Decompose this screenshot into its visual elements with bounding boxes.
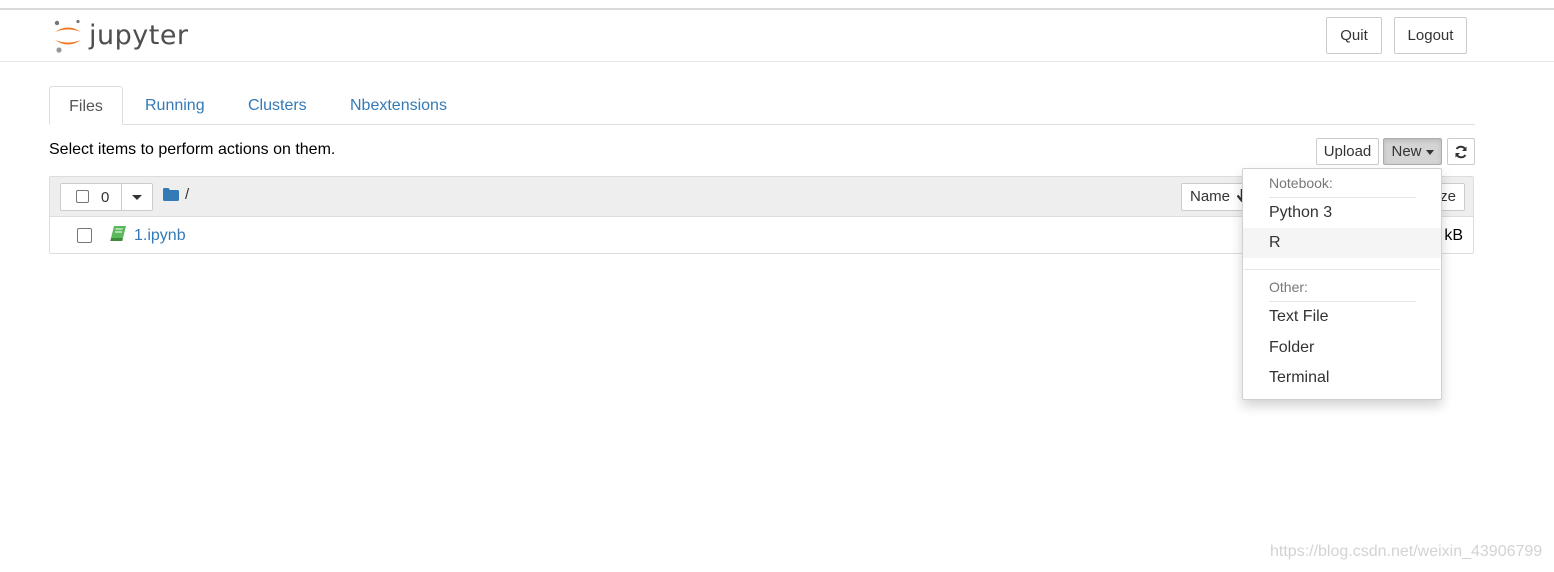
menu-item-r[interactable]: R [1243, 228, 1441, 258]
quit-button[interactable]: Quit [1326, 17, 1382, 54]
selected-count: 0 [101, 189, 110, 206]
file-size: kB [1444, 227, 1463, 244]
menu-divider [1244, 269, 1440, 270]
tab-files[interactable]: Files [49, 86, 123, 125]
jupyter-logo[interactable]: jupyter [53, 18, 189, 54]
folder-icon[interactable] [163, 188, 179, 201]
refresh-icon [1455, 145, 1467, 158]
tab-running[interactable]: Running [145, 86, 205, 124]
notebook-section-header: Notebook: [1269, 175, 1333, 191]
menu-item-python3[interactable]: Python 3 [1243, 198, 1441, 228]
jupyter-logo-icon [54, 19, 81, 53]
tab-clusters[interactable]: Clusters [248, 86, 307, 124]
caret-down-icon[interactable] [132, 195, 142, 200]
select-all-checkbox[interactable] [76, 190, 89, 203]
other-section-header: Other: [1269, 279, 1308, 295]
select-divider [121, 184, 122, 210]
new-button-label: New [1391, 143, 1422, 160]
new-button[interactable]: New [1383, 138, 1442, 165]
name-column-label: Name [1190, 188, 1231, 205]
logout-button[interactable]: Logout [1394, 17, 1467, 54]
menu-item-folder[interactable]: Folder [1243, 333, 1441, 363]
menu-item-text-file[interactable]: Text File [1243, 302, 1441, 332]
menu-item-terminal[interactable]: Terminal [1243, 363, 1441, 393]
breadcrumb[interactable]: / [185, 186, 189, 203]
select-all-group: 0 [60, 183, 153, 211]
row-checkbox[interactable] [77, 228, 92, 243]
logo-wordmark: jupyter [89, 20, 189, 51]
tab-bar: Files Running Clusters Nbextensions [49, 86, 1475, 125]
refresh-button[interactable] [1447, 138, 1475, 165]
upload-button[interactable]: Upload [1316, 138, 1379, 165]
notebook-icon [110, 226, 126, 241]
watermark: https://blog.csdn.net/weixin_43906799 [1270, 543, 1543, 560]
tab-nbextensions[interactable]: Nbextensions [350, 86, 447, 124]
header-bar: jupyter Quit Logout [0, 10, 1554, 62]
caret-down-icon [1425, 150, 1434, 155]
file-link[interactable]: 1.ipynb [134, 227, 186, 245]
new-dropdown-menu: Notebook: Python 3 R Other: Text File Fo… [1242, 168, 1442, 400]
selection-hint: Select items to perform actions on them. [49, 141, 336, 158]
